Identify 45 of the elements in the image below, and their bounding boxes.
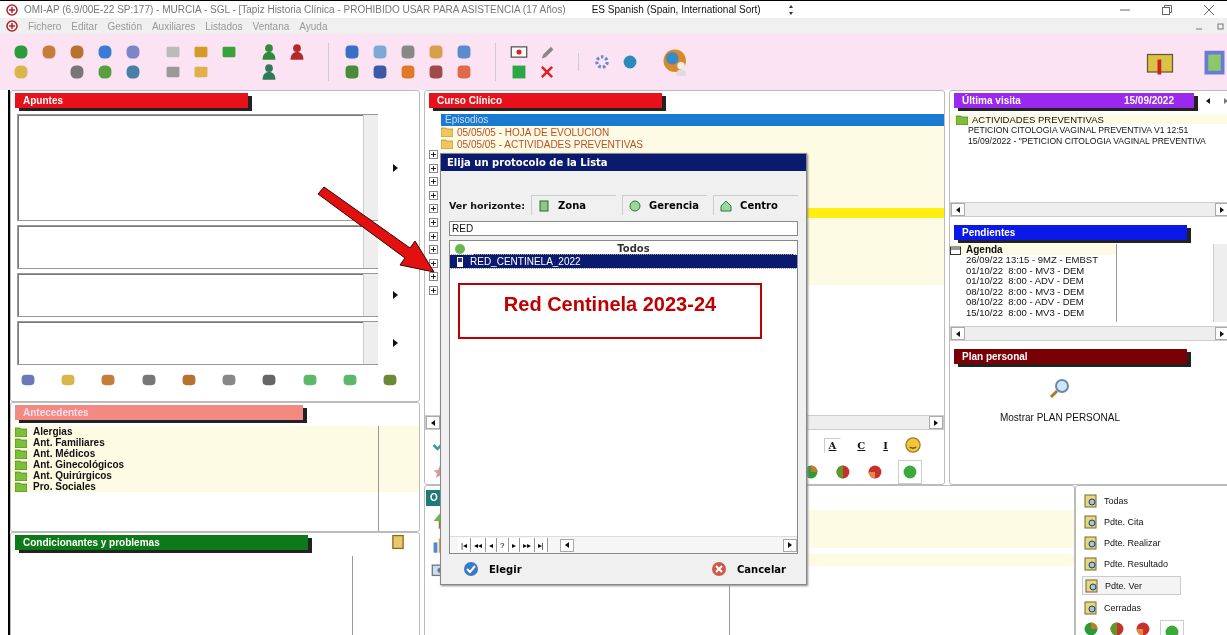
navigation-button[interactable]: ▸ xyxy=(508,538,520,552)
navigation-button[interactable]: |◂ xyxy=(458,538,472,552)
cancel-button[interactable]: Cancelar xyxy=(704,560,792,578)
appointment-entry[interactable]: 08/10/22 8:00 - ADV - DEM xyxy=(950,297,1116,308)
format-button[interactable]: C xyxy=(855,439,868,451)
visit-folder[interactable]: ACTIVIDADES PREVENTIVAS xyxy=(972,114,1104,125)
history-item[interactable]: Ant. Quirúrgicos xyxy=(33,470,112,481)
horizon-button[interactable]: Gerencia xyxy=(622,195,708,215)
history-item[interactable]: Ant. Médicos xyxy=(33,448,96,459)
filter-item[interactable]: Pdte. Ver xyxy=(1082,576,1181,595)
horizon-button[interactable]: Centro xyxy=(713,195,798,215)
filter-item[interactable]: Pdte. Cita xyxy=(1082,513,1179,530)
format-button[interactable]: I xyxy=(881,439,890,451)
history-item[interactable]: Alergias xyxy=(33,426,73,437)
navigation-button[interactable]: ? xyxy=(497,538,509,552)
history-item[interactable]: Ant. Familiares xyxy=(33,437,105,448)
horizon-label: Ver horizonte: xyxy=(449,199,526,211)
protocol-row[interactable]: RED_CENTINELA_2022 xyxy=(450,255,797,268)
dialog-title: Elija un protocolo de la Lista xyxy=(441,154,806,171)
search-field[interactable]: RED xyxy=(449,221,798,236)
tree-header: Episodios xyxy=(441,114,944,126)
appointment-entry[interactable]: 01/10/22 8:00 - ADV - DEM xyxy=(950,276,1116,287)
horizon-button[interactable]: Zona xyxy=(531,195,617,215)
visit-date: 15/09/2022 xyxy=(1123,94,1174,108)
annotation-box: Red Centinela 2023-24 xyxy=(458,283,762,339)
choose-button[interactable]: Elegir xyxy=(457,560,528,578)
language-select[interactable]: ES Spanish (Spain, International Sort) xyxy=(591,4,782,15)
filter-item[interactable]: Cerradas xyxy=(1082,599,1179,616)
history-item[interactable]: Pro. Sociales xyxy=(33,481,96,492)
appointment-entry[interactable]: 08/10/22 8:00 - MV3 - DEM xyxy=(950,286,1116,297)
navigation-button[interactable]: ◂ xyxy=(486,538,498,552)
section-title: Última visita xyxy=(962,93,1021,108)
window-title: OMI-AP (6.9/00E-22 SP:177) - MURCIA - SGL - [Tapiz Historia Clínica - PROHIBIDO USAR PARA ASISTENCIA (17 Años) xyxy=(24,4,566,15)
show-plan-link[interactable]: Mostrar PLAN PERSONAL xyxy=(999,412,1120,423)
format-button[interactable]: A xyxy=(823,437,842,453)
visit-entry: PETICION CITOLOGIA VAGINAL PREVENTIVA V1 12:51 xyxy=(967,125,1190,136)
navigation-button[interactable]: ◂◂ xyxy=(471,538,487,552)
filter-item[interactable]: Todas xyxy=(1082,492,1179,509)
filter-item[interactable]: Pdte. Realizar xyxy=(1082,534,1179,551)
appointment-entry[interactable]: 15/10/22 8:00 - MV3 - DEM xyxy=(950,307,1116,318)
history-item[interactable]: Ant. Ginecológicos xyxy=(33,459,125,470)
visit-entry: 15/09/2022 - "PETICION CITOLOGIA VAGINAL PREVENTIVA xyxy=(967,136,1207,147)
appointment-entry[interactable]: 26/09/22 13:15 - 9MZ - EMBST xyxy=(950,255,1116,266)
filter-item[interactable]: Pdte. Resultado xyxy=(1082,555,1179,572)
appointment-entry[interactable]: 01/10/22 8:00 - MV3 - DEM xyxy=(950,265,1116,276)
